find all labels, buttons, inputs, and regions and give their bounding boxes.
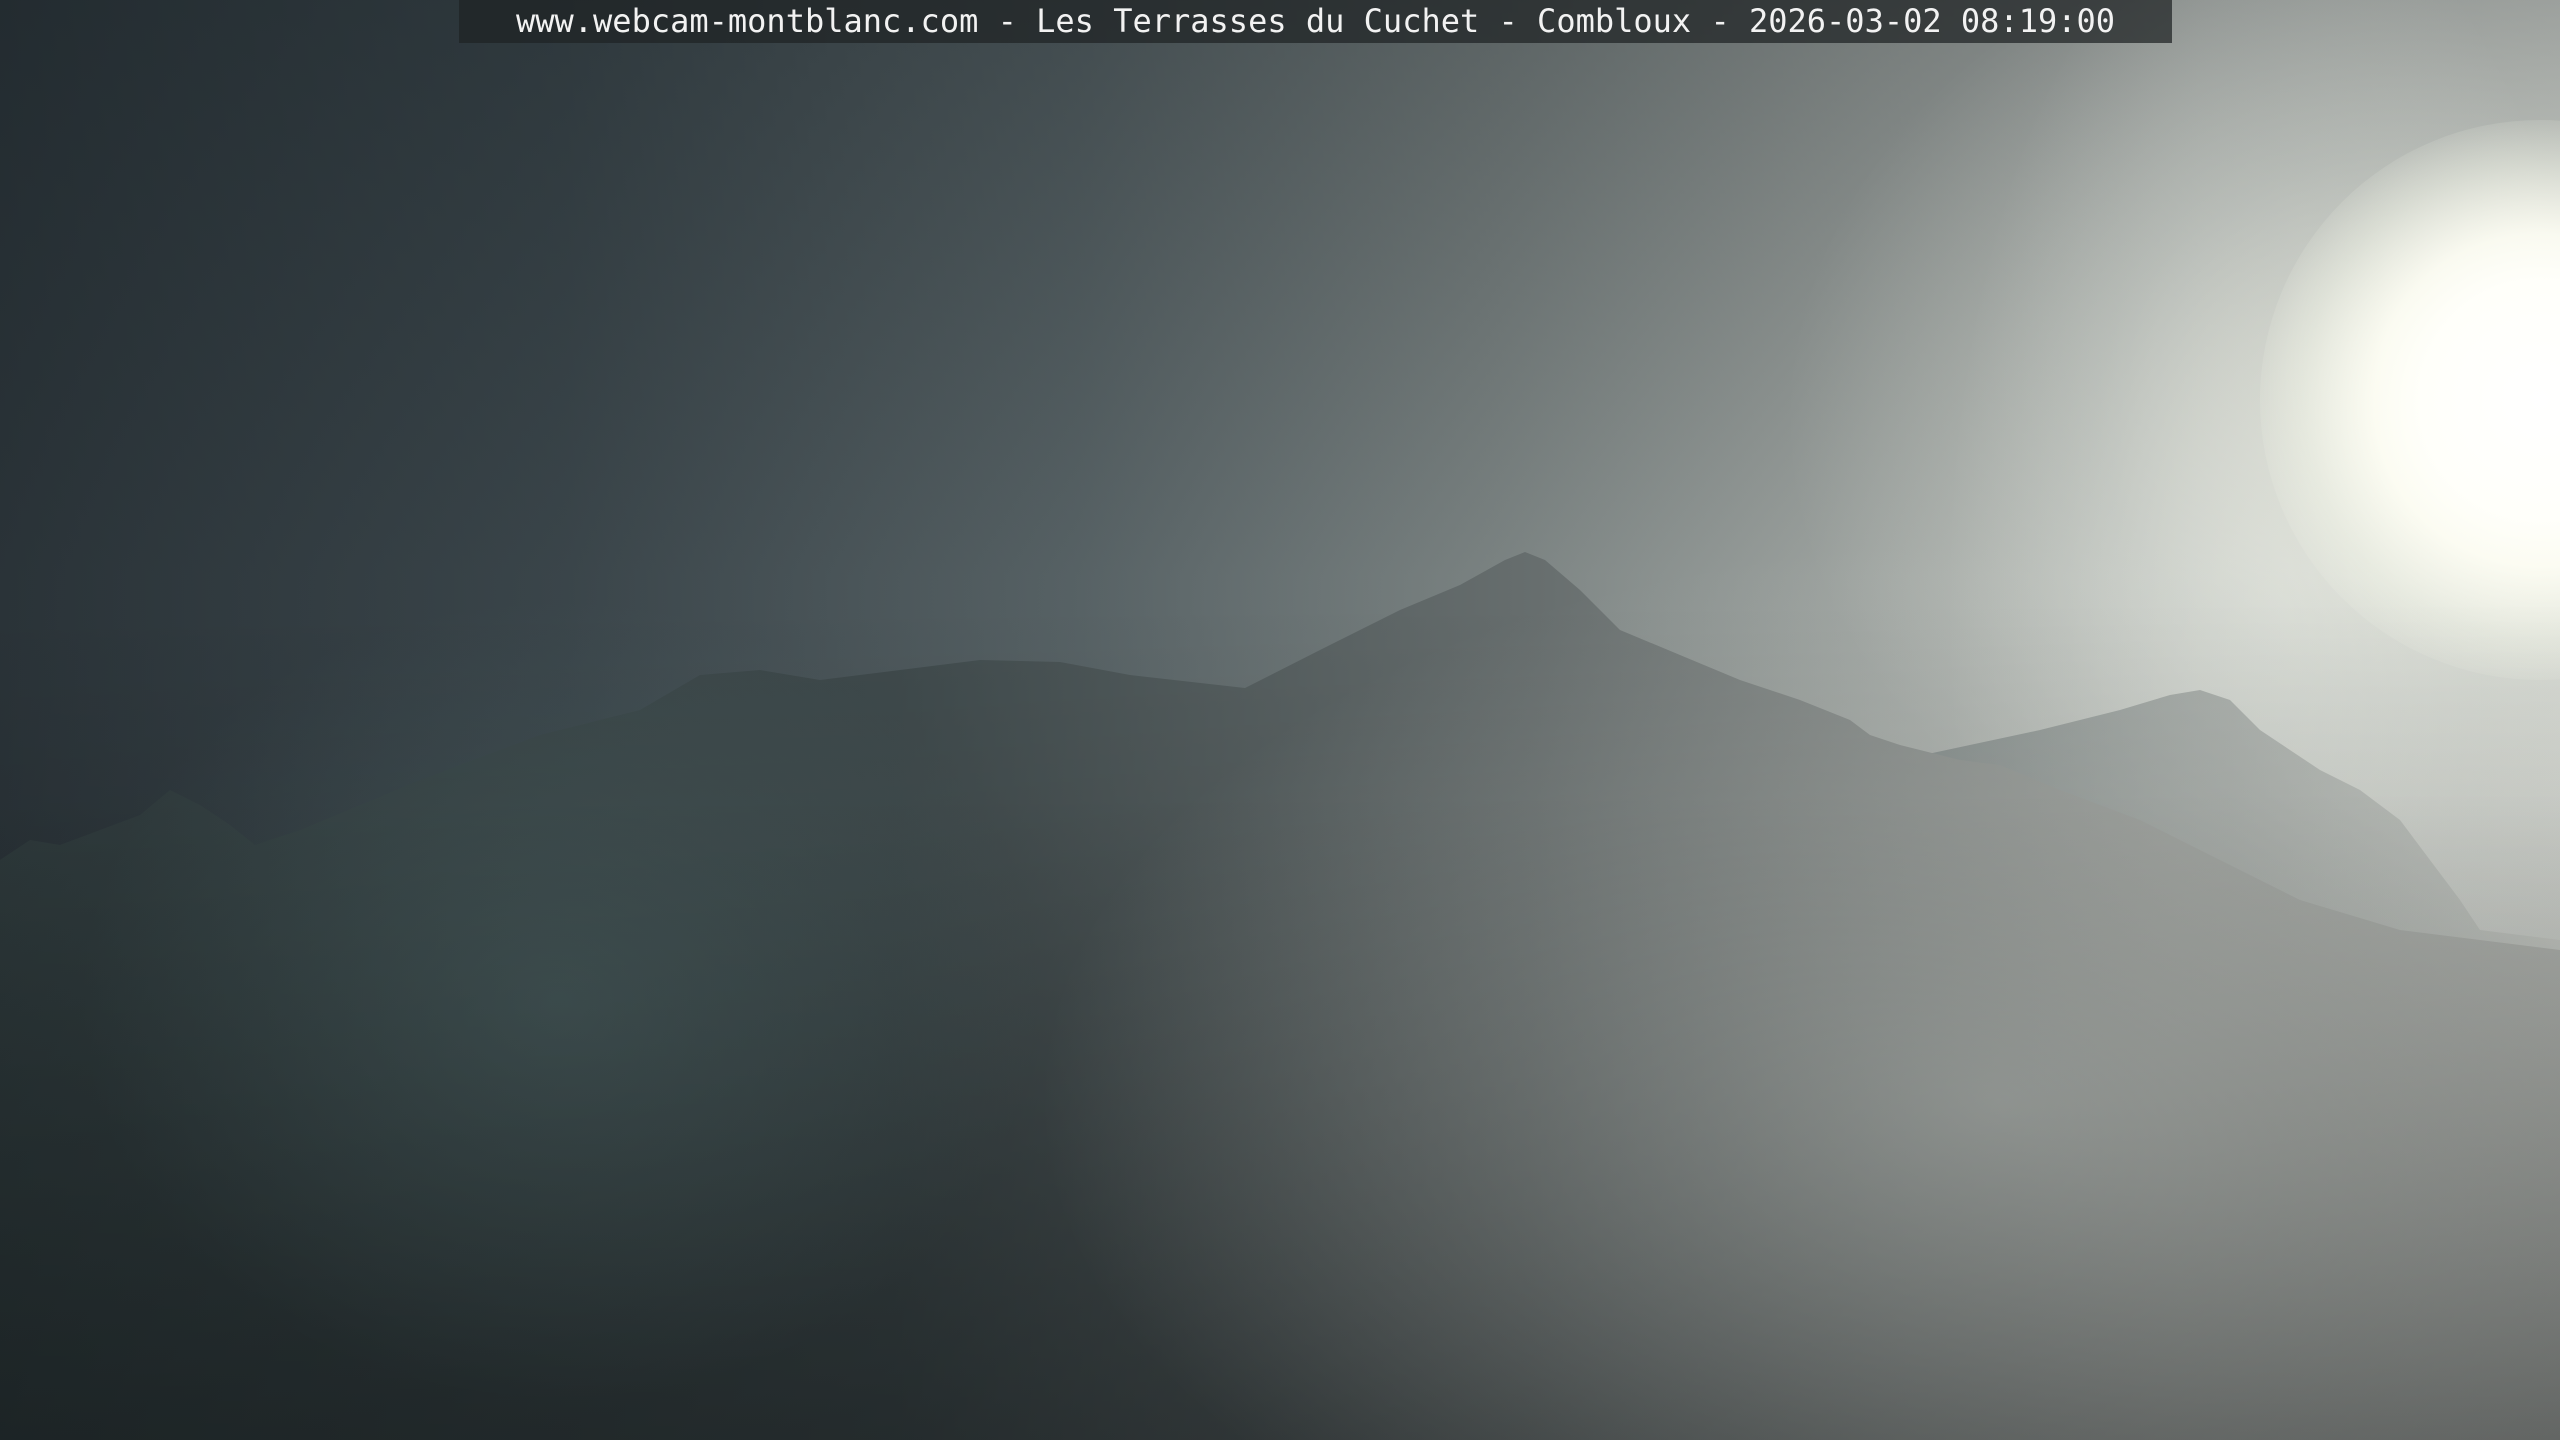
webcam-caption: www.webcam-montblanc.com - Les Terrasses… [459, 0, 2172, 43]
fog-haze [0, 0, 2560, 1440]
webcam-image: www.webcam-montblanc.com - Les Terrasses… [0, 0, 2560, 1440]
